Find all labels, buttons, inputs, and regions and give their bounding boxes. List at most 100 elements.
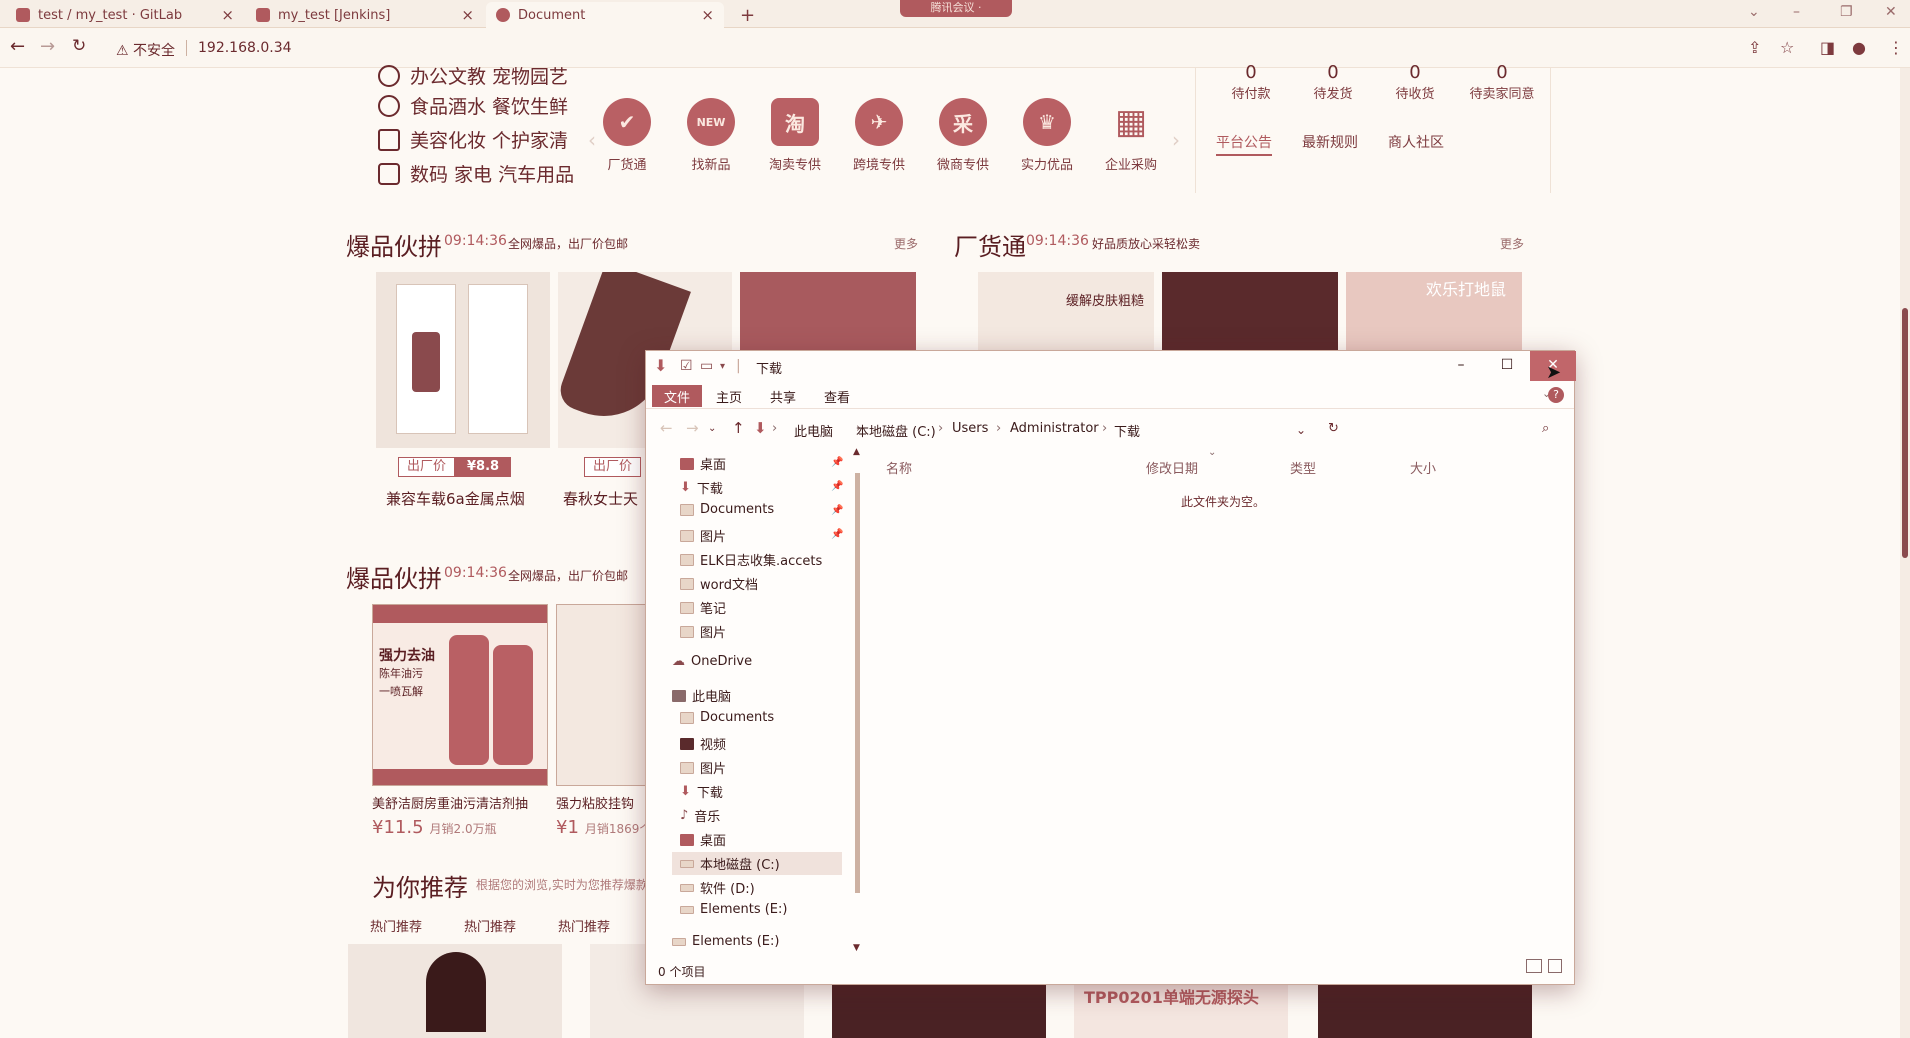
page-scrollbar[interactable] [1900, 68, 1910, 1038]
up-icon[interactable]: ↑ [732, 419, 745, 437]
feature-factory[interactable]: ✔ 厂货通 [592, 98, 662, 173]
more-link[interactable]: 更多 [894, 235, 918, 252]
order-pending-payment[interactable]: 0 待付款 [1216, 62, 1286, 102]
product-image[interactable]: 强力去油 陈年油污 一喷瓦解 [372, 604, 548, 786]
minimize-icon[interactable]: – [1793, 4, 1800, 20]
category-line[interactable]: 美容化妆 个护家清 [378, 126, 568, 153]
product-image[interactable] [556, 604, 646, 786]
security-warning[interactable]: ⚠ 不安全 [116, 40, 175, 60]
scroll-down-icon[interactable]: ▼ [853, 943, 860, 953]
tab-jenkins[interactable]: my_test [Jenkins] × [246, 2, 484, 28]
large-icons-view-icon[interactable] [1548, 959, 1562, 973]
notice-tab-community[interactable]: 商人社区 [1388, 132, 1444, 152]
feature-crossborder[interactable]: ✈ 跨境专供 [844, 98, 914, 173]
scroll-up-icon[interactable]: ▲ [853, 447, 860, 457]
feature-taobao[interactable]: 淘淘卖专供 [760, 98, 830, 173]
feature-wechat[interactable]: 采微商专供 [928, 98, 998, 173]
nav-item-folder[interactable]: 图片 [680, 622, 726, 641]
nav-item-drive-d[interactable]: 软件 (D:) [680, 878, 755, 897]
category-line[interactable]: 办公文教 宠物园艺 [378, 62, 568, 89]
product-image[interactable] [832, 984, 1046, 1038]
nav-item-videos[interactable]: 视频 [680, 734, 726, 753]
product-image[interactable]: 欢乐打地鼠 [1346, 272, 1522, 350]
hot-tab[interactable]: 热门推荐 [464, 916, 516, 935]
help-icon[interactable]: ? [1548, 387, 1564, 403]
ribbon-tab-home[interactable]: 主页 [704, 385, 754, 407]
nav-item-documents[interactable]: Documents [680, 710, 774, 725]
category-line[interactable]: 数码 家电 汽车用品 [378, 160, 574, 187]
nav-item-drive-c[interactable]: 本地磁盘 (C:) [672, 852, 842, 875]
breadcrumb-item[interactable]: Users [952, 421, 988, 436]
product-image[interactable] [1162, 272, 1338, 350]
nav-item-pictures[interactable]: 图片 [680, 758, 726, 777]
column-header-type[interactable]: 类型 [1290, 458, 1316, 477]
ribbon-tab-file[interactable]: 文件 [652, 385, 703, 407]
tab-search-icon[interactable]: ⌄ [1748, 4, 1760, 20]
product-image[interactable] [740, 272, 916, 350]
product-image[interactable] [348, 944, 562, 1038]
back-icon[interactable]: ← [10, 36, 25, 57]
maximize-button[interactable]: ☐ [1484, 351, 1530, 381]
nav-pane-scrollbar[interactable]: ▲ ▼ [853, 447, 863, 953]
close-window-icon[interactable]: ✕ [1885, 4, 1897, 20]
nav-item-downloads[interactable]: ⬇ 下载 [680, 782, 723, 801]
new-folder-icon[interactable]: ▭ [700, 358, 713, 374]
restore-icon[interactable]: ❐ [1840, 4, 1853, 20]
breadcrumb-item[interactable]: 此电脑 [794, 421, 833, 440]
ribbon-tab-share[interactable]: 共享 [758, 385, 808, 407]
close-tab-icon[interactable]: × [221, 6, 234, 24]
nav-item-folder[interactable]: 笔记 [680, 598, 726, 617]
product-title[interactable]: 兼容车载6a金属点烟 [386, 488, 525, 509]
feature-enterprise[interactable]: ▦ 企业采购 [1096, 98, 1166, 173]
category-line[interactable]: 食品酒水 餐饮生鲜 [378, 92, 568, 119]
close-tab-icon[interactable]: × [701, 6, 714, 24]
profile-icon[interactable]: ● [1852, 38, 1866, 57]
breadcrumb-item[interactable]: 本地磁盘 (C:) [856, 421, 936, 440]
feature-quality[interactable]: ♛ 实力优品 [1012, 98, 1082, 173]
column-header-size[interactable]: 大小 [1410, 458, 1436, 477]
feature-new[interactable]: NEW 找新品 [676, 98, 746, 173]
product-image[interactable]: TPP0201单端无源探头 [1074, 984, 1288, 1038]
breadcrumb-item[interactable]: Administrator [1010, 421, 1099, 436]
notice-tab-rules[interactable]: 最新规则 [1302, 132, 1358, 152]
recent-locations-icon[interactable]: ⌄ [708, 423, 716, 434]
ribbon-tab-view[interactable]: 查看 [812, 385, 862, 407]
hot-tab[interactable]: 热门推荐 [370, 916, 422, 935]
order-pending-shipment[interactable]: 0 待发货 [1298, 62, 1368, 102]
minimize-button[interactable]: – [1438, 351, 1484, 381]
product-title[interactable]: 春秋女士天 [563, 488, 638, 509]
nav-item-music[interactable]: ♪ 音乐 [680, 806, 720, 825]
customize-toolbar-icon[interactable]: ▾ [720, 361, 725, 372]
nav-pane-scrollbar-thumb[interactable] [855, 473, 860, 893]
nav-item-onedrive[interactable]: ☁ OneDrive [672, 654, 752, 669]
nav-item-this-pc[interactable]: 此电脑 [672, 686, 731, 705]
reload-icon[interactable]: ↻ [72, 36, 86, 56]
share-icon[interactable]: ⇪ [1748, 38, 1761, 57]
breadcrumb-item[interactable]: 下载 [1114, 421, 1140, 440]
refresh-icon[interactable]: ↻ [1328, 421, 1339, 436]
search-icon[interactable]: ⌕ [1542, 421, 1549, 436]
carousel-next-icon[interactable]: › [1172, 128, 1180, 152]
column-header-date[interactable]: 修改日期 [1146, 458, 1198, 477]
notice-tab-platform[interactable]: 平台公告 [1216, 132, 1272, 156]
explorer-titlebar[interactable]: ⬇ ☑ ▭ ▾ | 下载 – ☐ ✕ [646, 351, 1576, 381]
new-tab-button[interactable]: + [730, 2, 760, 28]
hot-tab[interactable]: 热门推荐 [558, 916, 610, 935]
nav-item-pictures[interactable]: 图片 [680, 526, 726, 545]
more-link[interactable]: 更多 [1500, 235, 1524, 252]
meeting-indicator[interactable]: 腾讯会议 · [900, 0, 1012, 17]
properties-icon[interactable]: ☑ [680, 358, 693, 374]
close-tab-icon[interactable]: × [461, 6, 474, 24]
nav-item-downloads[interactable]: ⬇ 下载 [680, 478, 723, 497]
tab-document[interactable]: Document × [486, 2, 724, 28]
nav-item-desktop[interactable]: 桌面 [680, 454, 726, 473]
nav-item-folder[interactable]: ELK日志收集.accets [680, 550, 822, 569]
nav-item-desktop[interactable]: 桌面 [680, 830, 726, 849]
tab-gitlab[interactable]: test / my_test · GitLab × [6, 2, 244, 28]
nav-item-drive-e[interactable]: Elements (E:) [680, 902, 787, 917]
product-image[interactable] [376, 272, 550, 448]
order-pending-receipt[interactable]: 0 待收货 [1380, 62, 1450, 102]
forward-icon[interactable]: → [40, 36, 55, 57]
back-icon[interactable]: ← [660, 419, 673, 437]
order-pending-seller[interactable]: 0 待卖家同意 [1462, 62, 1542, 102]
